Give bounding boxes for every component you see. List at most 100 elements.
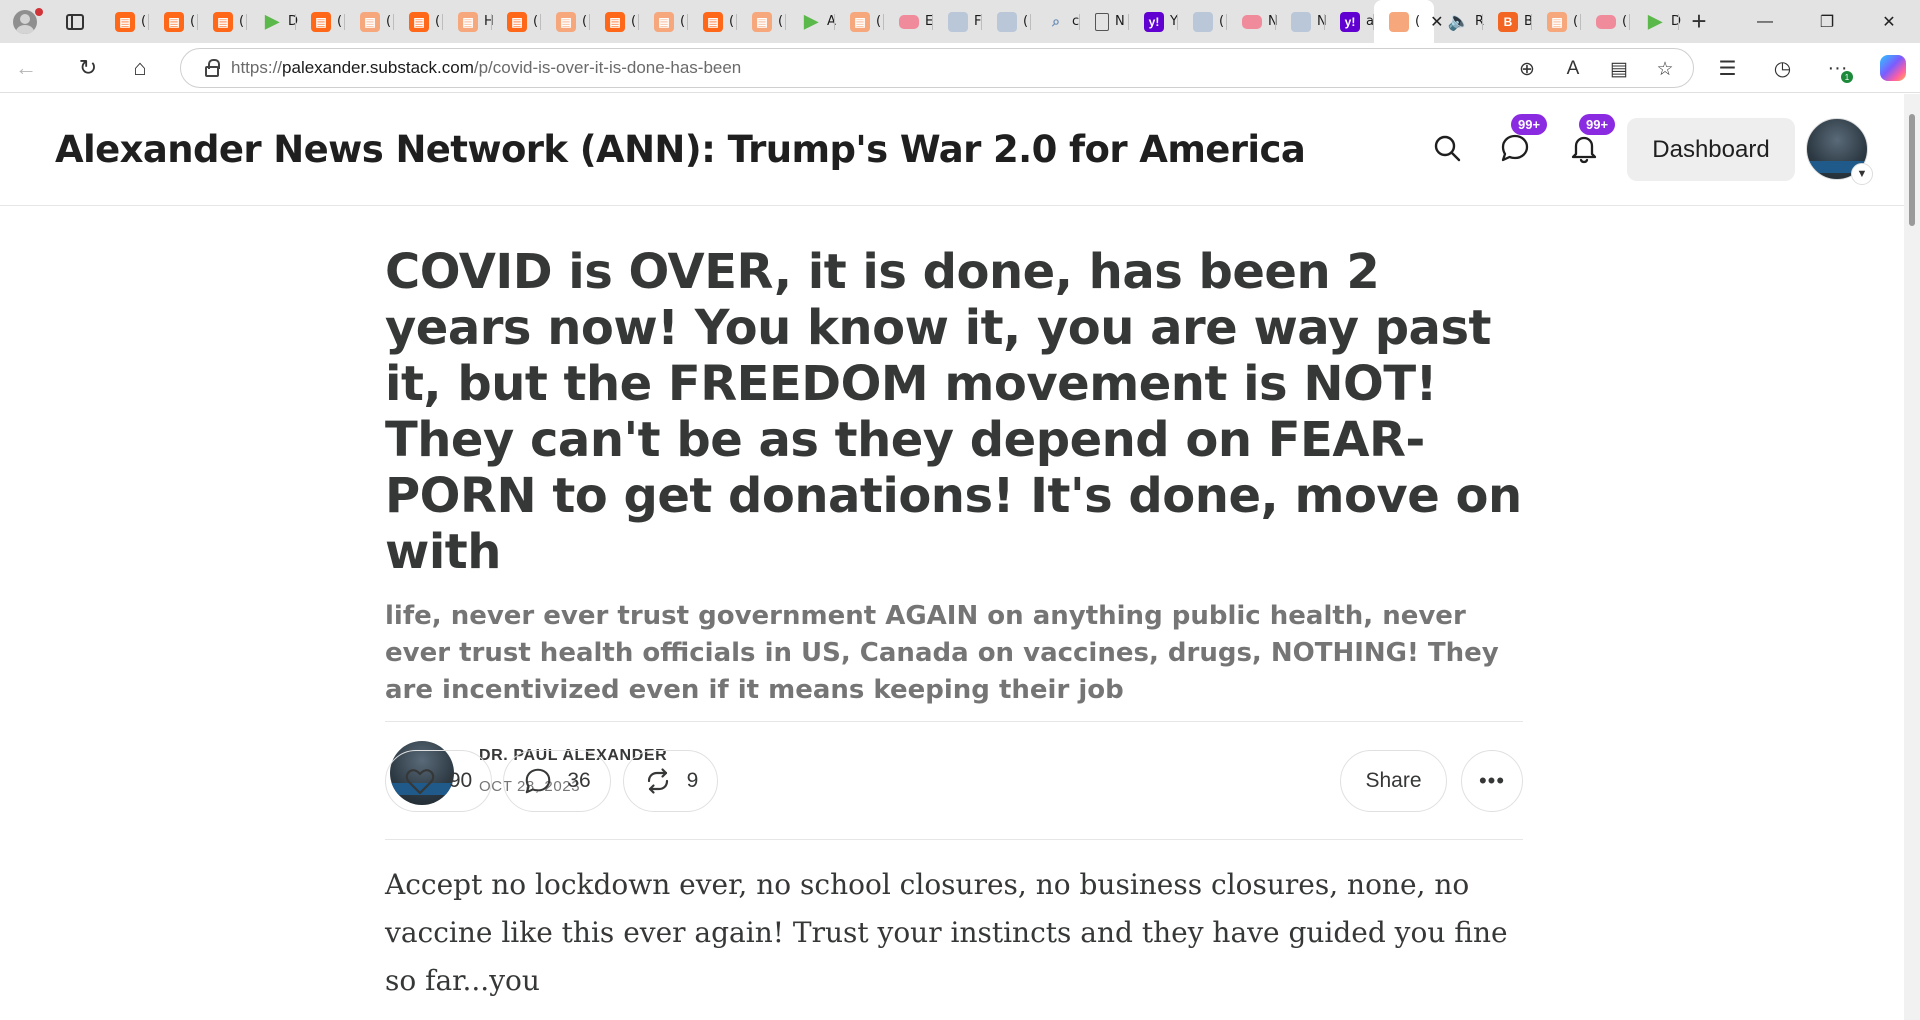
browser-tab[interactable]: ▶ A — [786, 0, 836, 43]
browser-tab[interactable]: N — [1276, 0, 1327, 43]
browser-tab[interactable]: ▤( — [639, 0, 688, 43]
tab-title: ( — [876, 14, 882, 29]
dashboard-button[interactable]: Dashboard — [1627, 118, 1795, 181]
history-icon: ◷ — [1773, 57, 1792, 80]
browser-tab[interactable]: ( — [982, 0, 1031, 43]
browser-tab[interactable]: ▤( — [492, 0, 541, 43]
zoom-icon[interactable]: ⊕ — [1515, 58, 1539, 81]
play-icon: ▶ — [804, 11, 818, 31]
tab-title: D — [1671, 14, 1682, 29]
tab-title: ( — [337, 14, 343, 29]
browser-tab[interactable]: N — [1080, 0, 1129, 43]
copilot-button[interactable] — [1865, 43, 1920, 93]
new-tab-button[interactable]: + — [1679, 0, 1719, 43]
browser-tab[interactable]: E — [884, 0, 933, 43]
chevron-down-icon[interactable]: ▼ — [1851, 163, 1873, 185]
read-aloud-icon[interactable]: A — [1561, 58, 1585, 80]
browser-tab[interactable]: ▤( — [541, 0, 590, 43]
favorites-icon: ☰ — [1718, 57, 1737, 80]
post-actions-area: 90 36 9 Share ••• Accept no lockdown eve… — [385, 94, 1523, 1020]
close-window-button[interactable]: ✕ — [1858, 0, 1920, 43]
tab-title: ( — [1219, 14, 1225, 29]
browser-tab[interactable]: ▶ D — [1630, 0, 1682, 43]
browser-tab-strip: ▤(▤(▤(▶ D ▤(▤(▤(▤ H ▤(▤(▤(▤(▤(▤(▶ A ▤(E F(⌕ c Ny!… — [0, 0, 1920, 43]
browser-tab[interactable]: y! Y — [1129, 0, 1178, 43]
extensions-badge: 1 — [1841, 71, 1853, 83]
browser-tab[interactable]: N — [1227, 0, 1278, 43]
back-button[interactable]: ← — [0, 43, 52, 93]
browser-tab[interactable]: 🔈 R — [1434, 0, 1484, 43]
url-host: palexander.substack.com — [282, 58, 474, 77]
restack-icon — [647, 768, 668, 794]
browser-tab[interactable]: ▤( — [100, 0, 149, 43]
tab-title: ( — [729, 14, 735, 29]
tab-title: ( — [1573, 14, 1579, 29]
tab-actions-button[interactable] — [50, 0, 100, 43]
browser-tab[interactable]: ( — [1178, 0, 1227, 43]
browser-tab[interactable]: ▤( — [394, 0, 443, 43]
browser-tab[interactable]: F — [933, 0, 982, 43]
url-scheme: https:// — [231, 58, 283, 77]
browser-tab[interactable]: ▤( — [590, 0, 639, 43]
music-icon — [997, 11, 1017, 32]
scrollbar-thumb[interactable] — [1909, 114, 1915, 226]
lock-icon — [205, 58, 220, 77]
browser-tab[interactable]: ▶ D — [247, 0, 298, 43]
tab-title: ( — [386, 14, 392, 29]
favorite-star-icon[interactable]: ☆ — [1653, 58, 1677, 81]
tab-title: ( — [680, 14, 686, 29]
browser-tab[interactable]: y! a — [1325, 0, 1374, 43]
page-scrollbar[interactable] — [1904, 94, 1920, 1020]
browser-tab[interactable]: ▤( — [737, 0, 786, 43]
restore-button[interactable]: ❐ — [1796, 0, 1858, 43]
window-controls: — ❐ ✕ — [1734, 0, 1920, 43]
browser-tab[interactable]: ▤( — [688, 0, 737, 43]
tab-title: E — [925, 14, 934, 29]
home-button[interactable]: ⌂ — [114, 43, 166, 93]
browser-tab[interactable]: ▤( — [198, 0, 247, 43]
like-button[interactable]: 90 — [385, 750, 492, 812]
minimize-button[interactable]: — — [1734, 0, 1796, 43]
browser-tab[interactable]: ▤( — [345, 0, 394, 43]
browser-tab[interactable]: ⌕ c — [1031, 0, 1080, 43]
browser-toolbar: ← ↻ ⌂ https://palexander.substack.com/p/… — [0, 43, 1920, 93]
browser-tab[interactable]: BB — [1483, 0, 1533, 43]
tab-title: F — [974, 14, 982, 29]
substack-icon: ▤ — [654, 11, 674, 32]
address-bar[interactable]: https://palexander.substack.com/p/covid-… — [180, 48, 1694, 88]
browser-tab-active[interactable]: (✕ — [1374, 0, 1443, 43]
tab-title: ( — [533, 14, 539, 29]
tab-actions-icon — [66, 13, 84, 30]
toolbar-right: ☰ ◷ ··· 1 — [1700, 43, 1920, 93]
browser-tab[interactable]: ▤ H — [443, 0, 494, 43]
tab-title: ( — [1622, 14, 1628, 29]
post-actions: 90 36 9 Share ••• — [385, 750, 1523, 812]
favorites-button[interactable]: ☰ — [1700, 43, 1755, 93]
divider — [385, 721, 1523, 722]
history-button[interactable]: ◷ — [1755, 43, 1810, 93]
substack-icon: ▤ — [458, 11, 478, 32]
tab-title: c — [1072, 14, 1080, 29]
more-options-button[interactable]: ••• — [1461, 750, 1523, 812]
refresh-button[interactable]: ↻ — [62, 43, 114, 93]
browser-tab[interactable]: ▤( — [149, 0, 198, 43]
profile-button[interactable] — [0, 0, 50, 43]
tab-title: ( — [631, 14, 637, 29]
substack-icon: ▤ — [115, 11, 135, 32]
restack-count: 9 — [686, 769, 699, 792]
browser-tab[interactable]: ▤( — [296, 0, 345, 43]
comments-button[interactable]: 36 — [503, 750, 611, 812]
home-icon: ⌂ — [133, 54, 147, 80]
site-info-button[interactable] — [193, 58, 231, 77]
browser-tab[interactable]: ▤( — [1532, 0, 1581, 43]
browser-tab[interactable]: ( — [1581, 0, 1630, 43]
substack-icon: ▤ — [360, 11, 380, 32]
youtube-icon — [1242, 14, 1262, 29]
reader-view-icon[interactable]: ▤ — [1607, 58, 1631, 81]
tab-title: Y — [1170, 14, 1178, 29]
extensions-button[interactable]: ··· 1 — [1810, 43, 1865, 93]
url-text[interactable]: https://palexander.substack.com/p/covid-… — [231, 58, 741, 78]
restack-button[interactable]: 9 — [623, 750, 718, 812]
browser-tab[interactable]: ▤( — [835, 0, 884, 43]
share-button[interactable]: Share — [1340, 750, 1447, 812]
